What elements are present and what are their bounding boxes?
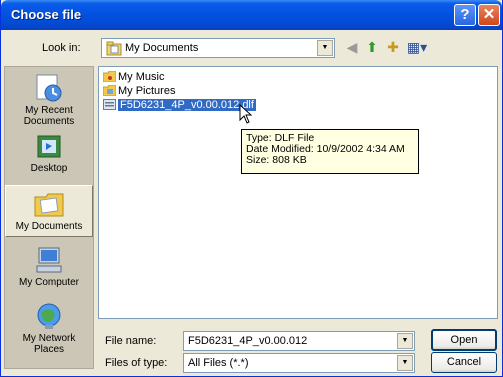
cancel-button[interactable]: Cancel — [431, 352, 497, 373]
mouse-pointer-icon — [239, 104, 253, 124]
file-name-label: File name: — [105, 335, 157, 347]
file-name-value: F5D6231_4P_v0.00.012 — [188, 335, 308, 347]
place-my-computer[interactable]: My Computer — [5, 245, 93, 291]
file-name: My Pictures — [118, 85, 176, 97]
place-label: Desktop — [30, 163, 68, 174]
network-places-icon — [37, 303, 61, 329]
file-name: My Music — [118, 71, 165, 83]
my-documents-icon — [34, 193, 64, 217]
files-of-type-value: All Files (*.*) — [188, 357, 249, 369]
place-my-network-places[interactable]: My Network Places — [5, 301, 93, 359]
up-folder-icon[interactable]: ⬆ — [363, 38, 381, 56]
choose-file-dialog: Choose file ? ✕ Look in: My Documents ▼ … — [0, 0, 503, 377]
files-of-type-label: Files of type: — [105, 357, 168, 369]
files-of-type-dropdown[interactable]: All Files (*.*) ▼ — [183, 353, 415, 373]
place-label: My Computer — [18, 277, 79, 288]
file-list[interactable]: My Music My Pictures F5D6231_4P_v0.00.01… — [98, 66, 498, 319]
place-label: My Documents — [15, 221, 83, 232]
file-name-input[interactable]: F5D6231_4P_v0.00.012 ▼ — [183, 331, 415, 351]
place-label: Places — [33, 344, 64, 355]
place-label: My Recent — [25, 105, 73, 116]
file-name: F5D6231_4P_v0.00.012.dlf — [118, 99, 256, 111]
title-bar[interactable]: Choose file ? ✕ — [1, 0, 502, 30]
close-button[interactable]: ✕ — [478, 4, 500, 26]
recent-documents-icon — [36, 74, 62, 102]
tooltip-size: Size: 808 KB — [246, 154, 307, 166]
window-title: Choose file — [11, 7, 82, 22]
close-icon: ✕ — [482, 6, 496, 23]
my-documents-small-icon — [106, 41, 122, 56]
file-info-tooltip: Type: DLF File Date Modified: 10/9/2002 … — [241, 129, 419, 174]
look-in-value: My Documents — [125, 42, 199, 54]
desktop-icon — [37, 135, 61, 158]
place-desktop[interactable]: Desktop — [5, 133, 93, 177]
my-computer-icon — [36, 247, 62, 273]
help-button[interactable]: ? — [454, 4, 476, 26]
list-item[interactable]: My Pictures — [103, 84, 175, 98]
place-my-documents[interactable]: My Documents — [5, 185, 93, 237]
place-my-recent-documents[interactable]: My Recent Documents — [5, 73, 93, 127]
new-folder-icon[interactable]: ✚ — [384, 38, 402, 56]
views-menu-icon[interactable]: ▦▾ — [405, 38, 429, 56]
music-folder-icon — [103, 71, 116, 82]
place-label: Documents — [23, 116, 75, 127]
file-icon — [103, 99, 116, 110]
chevron-down-icon[interactable]: ▼ — [397, 355, 413, 371]
list-item-selected[interactable]: F5D6231_4P_v0.00.012.dlf — [103, 98, 256, 112]
places-bar: My Recent Documents Desktop My Documents — [4, 66, 94, 369]
list-item[interactable]: My Music — [103, 70, 164, 84]
help-icon: ? — [460, 6, 470, 23]
back-icon[interactable]: ◀ — [343, 38, 361, 56]
pictures-folder-icon — [103, 85, 116, 96]
look-in-label: Look in: — [42, 42, 81, 54]
chevron-down-icon[interactable]: ▼ — [317, 40, 333, 56]
place-label: My Network — [22, 333, 76, 344]
open-button[interactable]: Open — [431, 329, 497, 351]
look-in-dropdown[interactable]: My Documents ▼ — [101, 38, 335, 58]
chevron-down-icon[interactable]: ▼ — [397, 333, 413, 349]
